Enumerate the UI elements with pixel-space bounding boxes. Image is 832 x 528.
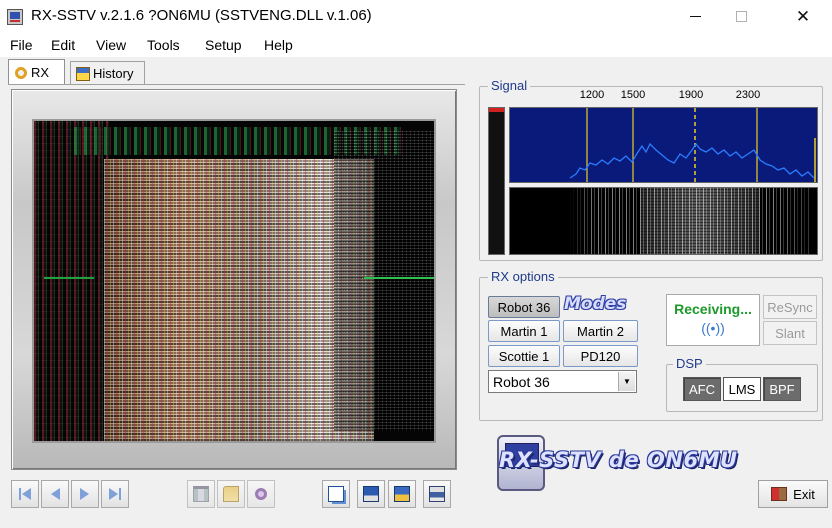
freq-marker-2300: 2300 — [735, 89, 761, 101]
signal-level-meter — [488, 107, 505, 255]
folder-icon — [223, 486, 239, 502]
last-image-button[interactable] — [101, 480, 129, 508]
delete-button[interactable] — [187, 480, 215, 508]
first-image-button[interactable] — [11, 480, 39, 508]
afc-toggle[interactable]: AFC — [683, 377, 721, 401]
bpf-toggle[interactable]: BPF — [763, 377, 801, 401]
spectrum-graph — [569, 108, 816, 182]
lms-toggle[interactable]: LMS — [723, 377, 761, 401]
save-button[interactable] — [357, 480, 385, 508]
exit-button[interactable]: Exit — [758, 480, 828, 508]
mode-martin2-button[interactable]: Martin 2 — [563, 320, 638, 342]
next-icon — [80, 488, 89, 500]
waterfall-traces — [570, 188, 810, 254]
previous-icon — [51, 488, 60, 500]
save-as-button[interactable] — [388, 480, 416, 508]
mode-scottie1-button[interactable]: Scottie 1 — [488, 345, 560, 367]
rx-options-label: RX options — [488, 269, 558, 284]
freq-marker-1500: 1500 — [620, 89, 646, 101]
chevron-down-icon[interactable]: ▼ — [618, 372, 635, 391]
tab-divider — [8, 84, 465, 85]
menu-help[interactable]: Help — [264, 37, 293, 53]
mode-martin1-button[interactable]: Martin 1 — [488, 320, 560, 342]
save-as-icon — [394, 486, 410, 502]
previous-image-button[interactable] — [41, 480, 69, 508]
freq-marker-1200: 1200 — [579, 89, 605, 101]
dsp-label: DSP — [673, 356, 706, 371]
maximize-button[interactable] — [718, 0, 764, 33]
title-bar: RX-SSTV v.2.1.6 ?ON6MU (SSTVENG.DLL v.1.… — [0, 0, 832, 33]
app-icon — [7, 9, 23, 25]
app-logo: RX-SSTV de ON6MU — [499, 448, 738, 472]
history-icon — [76, 66, 90, 81]
mode-robot36-button[interactable]: Robot 36 — [488, 296, 560, 318]
spectrum-display — [509, 107, 818, 183]
tab-rx-label: RX — [31, 65, 50, 80]
signal-group: Signal 1200 1500 1900 2300 — [479, 78, 823, 261]
trash-icon — [193, 486, 209, 502]
freq-marker-1900: 1900 — [678, 89, 704, 101]
close-icon: ✕ — [795, 6, 811, 26]
menu-file[interactable]: File — [10, 37, 33, 53]
print-button[interactable] — [423, 480, 451, 508]
image-noise-right — [334, 131, 434, 431]
minimize-icon — [689, 16, 701, 17]
mode-select[interactable]: Robot 36 ▼ — [488, 370, 637, 393]
last-icon — [109, 488, 121, 500]
tab-rx[interactable]: RX — [8, 59, 65, 85]
magnifier-icon — [255, 488, 267, 500]
image-frame — [11, 89, 457, 470]
antenna-icon: ((•)) — [701, 320, 725, 336]
menu-edit[interactable]: Edit — [51, 37, 75, 53]
signal-label: Signal — [488, 78, 531, 93]
resync-button[interactable]: ReSync — [763, 295, 817, 319]
open-folder-button[interactable] — [217, 480, 245, 508]
image-sync-line — [34, 277, 434, 279]
window-title: RX-SSTV v.2.1.6 ?ON6MU (SSTVENG.DLL v.1.… — [31, 7, 372, 24]
menu-tools[interactable]: Tools — [147, 37, 180, 53]
copy-icon — [328, 486, 344, 502]
modes-logo: Modes — [564, 294, 627, 314]
dsp-group: DSP AFC LMS BPF — [666, 356, 818, 412]
minimize-button[interactable] — [672, 0, 718, 33]
maximize-icon — [735, 11, 747, 22]
slant-button[interactable]: Slant — [763, 321, 817, 345]
image-noise-left — [34, 121, 109, 441]
receiving-status: Receiving... ((•)) — [666, 294, 760, 346]
status-text: Receiving... — [674, 301, 752, 317]
next-image-button[interactable] — [71, 480, 99, 508]
rx-options-group: RX options Robot 36 Modes Martin 1 Marti… — [479, 269, 823, 421]
zoom-button[interactable] — [247, 480, 275, 508]
menu-view[interactable]: View — [96, 37, 126, 53]
received-image[interactable] — [34, 121, 434, 441]
exit-door-icon — [771, 487, 788, 501]
first-icon — [19, 488, 31, 500]
mode-pd120-button[interactable]: PD120 — [563, 345, 638, 367]
waterfall-display — [509, 187, 818, 255]
close-button[interactable]: ✕ — [780, 0, 826, 33]
tab-history[interactable]: History — [70, 61, 145, 85]
tab-history-label: History — [93, 66, 134, 81]
exit-label: Exit — [793, 486, 815, 502]
copy-button[interactable] — [322, 480, 350, 508]
printer-icon — [429, 486, 445, 502]
menu-bar: File Edit View Tools Setup Help — [0, 33, 832, 57]
menu-setup[interactable]: Setup — [205, 37, 242, 53]
save-icon — [363, 486, 379, 502]
mode-select-value: Robot 36 — [493, 373, 550, 390]
gear-icon — [14, 65, 28, 80]
